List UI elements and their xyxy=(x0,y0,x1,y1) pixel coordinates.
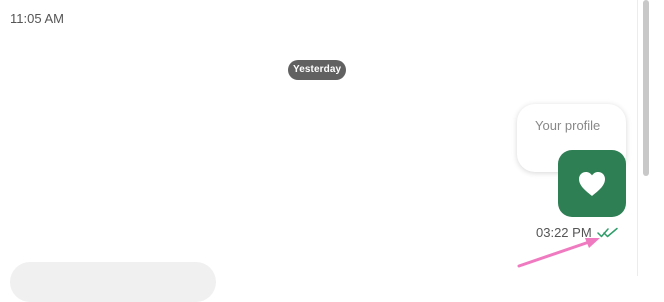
scrollbar-thumb[interactable] xyxy=(643,0,649,176)
message-bubble xyxy=(10,262,216,302)
heart-reaction[interactable] xyxy=(558,150,626,217)
profile-label: Your profile xyxy=(535,118,601,133)
message-timestamp: 11:05 AM xyxy=(10,11,64,26)
date-separator: Yesterday xyxy=(288,60,347,80)
arrow-icon xyxy=(517,238,600,268)
scrollbar[interactable] xyxy=(637,0,664,276)
heart-icon xyxy=(579,171,605,196)
